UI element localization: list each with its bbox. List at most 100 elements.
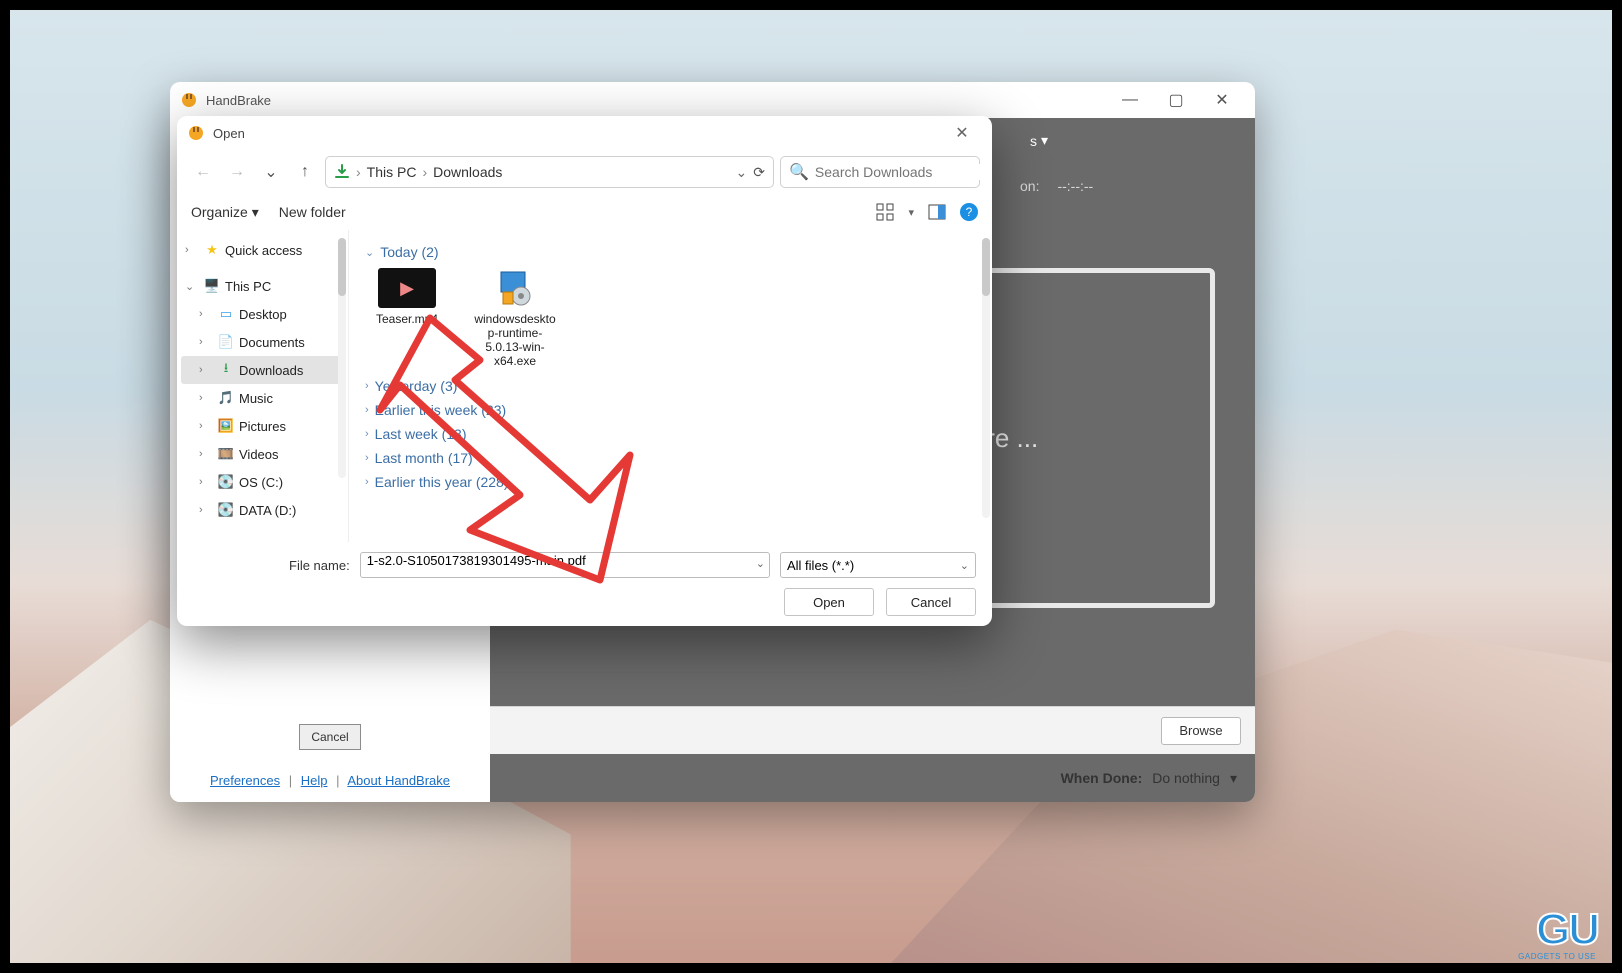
drive-icon: 💽	[217, 502, 235, 518]
tree-videos[interactable]: › 🎞️ Videos	[181, 440, 344, 468]
chevron-right-icon: ›	[356, 164, 361, 180]
refresh-button[interactable]: ⟳	[753, 164, 765, 181]
file-item[interactable]: windowsdesktop-runtime-5.0.13-win-x64.ex…	[473, 268, 557, 368]
tree-this-pc[interactable]: ⌄ 🖥️ This PC	[181, 272, 344, 300]
new-folder-button[interactable]: New folder	[279, 204, 346, 220]
chevron-down-icon: ⌄	[756, 557, 765, 570]
status-bar: When Done: Do nothing ▾	[490, 754, 1255, 802]
cancel-button[interactable]: Cancel	[886, 588, 976, 616]
downloads-icon: ⭳	[217, 359, 235, 381]
handbrake-app-icon	[187, 124, 205, 142]
chevron-right-icon: ›	[365, 380, 369, 392]
when-done-label: When Done:	[1061, 770, 1143, 786]
chevron-down-icon: ▾	[1230, 770, 1237, 787]
chevron-right-icon: ›	[199, 308, 213, 320]
dialog-toolbar: Organize ▾ New folder ▾ ?	[177, 194, 992, 230]
tree-documents[interactable]: › 📄 Documents	[181, 328, 344, 356]
nav-tree[interactable]: › ★ Quick access ⌄ 🖥️ This PC › ▭ Deskto…	[177, 230, 349, 542]
chevron-down-icon: ⌄	[960, 559, 969, 572]
group-header[interactable]: ›Last week (13)	[365, 426, 976, 442]
tree-data-d[interactable]: › 💽 DATA (D:)	[181, 496, 344, 524]
tree-desktop[interactable]: › ▭ Desktop	[181, 300, 344, 328]
when-done-value[interactable]: Do nothing	[1152, 770, 1220, 786]
chevron-right-icon: ›	[199, 336, 213, 348]
view-dropdown[interactable]: ▾	[908, 206, 914, 219]
duration-label-partial: on:	[1020, 178, 1039, 194]
group-label: Last month (17)	[375, 450, 473, 466]
file-name: Teaser.mp4	[365, 312, 449, 326]
about-link[interactable]: About HandBrake	[347, 773, 450, 788]
up-button[interactable]: ↑	[291, 158, 319, 186]
search-box[interactable]: 🔍	[780, 156, 980, 188]
group-header[interactable]: ›Earlier this week (23)	[365, 402, 976, 418]
search-input[interactable]	[815, 164, 992, 180]
downloads-icon	[334, 164, 350, 180]
dialog-titlebar[interactable]: Open ✕	[177, 116, 992, 150]
group-label: Earlier this year (228)	[375, 474, 509, 490]
organize-menu[interactable]: Organize ▾	[191, 204, 259, 221]
group-header[interactable]: ›Last month (17)	[365, 450, 976, 466]
address-bar[interactable]: › This PC › Downloads ⌄ ⟳	[325, 156, 774, 188]
file-name-value: 1-s2.0-S1050173819301495-main.pdf	[367, 553, 586, 568]
file-type-filter[interactable]: All files (*.*) ⌄	[780, 552, 976, 578]
monitor-icon: 🖥️	[203, 278, 221, 294]
group-header[interactable]: › Earlier this year (228)	[365, 474, 976, 490]
video-thumbnail-icon: ▶	[378, 268, 436, 308]
view-mode-button[interactable]	[876, 203, 894, 221]
close-button[interactable]: ✕	[1199, 85, 1245, 115]
file-name: windowsdesktop-runtime-5.0.13-win-x64.ex…	[473, 312, 557, 368]
chevron-right-icon: ›	[199, 476, 213, 488]
dialog-title: Open	[213, 126, 245, 141]
tree-scrollbar[interactable]	[338, 238, 346, 478]
tree-downloads[interactable]: › ⭳ Downloads	[181, 356, 344, 384]
chevron-down-icon: ⌄	[365, 246, 374, 259]
handbrake-titlebar[interactable]: HandBrake ― ▢ ✕	[170, 82, 1255, 118]
chevron-right-icon: ›	[365, 428, 369, 440]
breadcrumb-this-pc[interactable]: This PC	[367, 164, 417, 180]
back-button[interactable]: ←	[189, 158, 217, 186]
chevron-right-icon: ›	[199, 420, 213, 432]
help-icon[interactable]: ?	[960, 203, 978, 221]
browse-button[interactable]: Browse	[1161, 717, 1241, 745]
file-list[interactable]: ⌄ Today (2) ▶ Teaser.mp4 windowsdesktop-runt…	[349, 230, 992, 542]
preferences-link[interactable]: Preferences	[210, 773, 280, 788]
maximize-button[interactable]: ▢	[1153, 85, 1199, 115]
documents-icon: 📄	[217, 334, 235, 350]
tree-music[interactable]: › 🎵 Music	[181, 384, 344, 412]
preview-pane-button[interactable]	[928, 203, 946, 221]
tree-pictures[interactable]: › 🖼️ Pictures	[181, 412, 344, 440]
desktop-icon: ▭	[217, 306, 235, 322]
dialog-nav-row: ← → ⌄ ↑ › This PC › Downloads ⌄ ⟳ 🔍	[177, 150, 992, 194]
group-header[interactable]: ⌄ Today (2)	[365, 244, 976, 260]
group-header[interactable]: › Yesterday (3)	[365, 378, 976, 394]
help-link[interactable]: Help	[301, 773, 328, 788]
file-name-label: File name:	[289, 558, 350, 573]
group-label: Yesterday (3)	[375, 378, 458, 394]
forward-button[interactable]: →	[223, 158, 251, 186]
dialog-close-button[interactable]: ✕	[942, 123, 982, 143]
file-item[interactable]: ▶ Teaser.mp4	[365, 268, 449, 368]
breadcrumb-downloads[interactable]: Downloads	[433, 164, 502, 180]
chevron-right-icon: ›	[365, 404, 369, 416]
handbrake-title: HandBrake	[206, 93, 271, 108]
recent-dropdown[interactable]: ⌄	[257, 158, 285, 186]
chevron-right-icon: ›	[422, 164, 427, 180]
open-file-dialog: Open ✕ ← → ⌄ ↑ › This PC › Downloads ⌄ ⟳…	[177, 116, 992, 626]
file-name-combobox[interactable]: 1-s2.0-S1050173819301495-main.pdf ⌄	[360, 552, 770, 578]
open-button[interactable]: Open	[784, 588, 874, 616]
tree-quick-access[interactable]: › ★ Quick access	[181, 236, 344, 264]
minimize-button[interactable]: ―	[1107, 85, 1153, 115]
chevron-right-icon: ›	[185, 244, 199, 256]
dialog-footer: File name: 1-s2.0-S1050173819301495-main…	[177, 542, 992, 626]
duration-value: --:--:--	[1057, 178, 1093, 194]
handbrake-app-icon	[180, 91, 198, 109]
chevron-right-icon: ›	[199, 448, 213, 460]
group-label: Today (2)	[380, 244, 438, 260]
filelist-scrollbar[interactable]	[982, 238, 990, 518]
source-cancel-button[interactable]: Cancel	[299, 724, 361, 750]
address-dropdown[interactable]: ⌄	[736, 164, 748, 181]
chevron-down-icon: ⌄	[185, 280, 199, 293]
presets-menu-partial[interactable]: s	[1030, 133, 1037, 149]
tree-os-c[interactable]: › 💽 OS (C:)	[181, 468, 344, 496]
chevron-right-icon: ›	[365, 476, 369, 488]
